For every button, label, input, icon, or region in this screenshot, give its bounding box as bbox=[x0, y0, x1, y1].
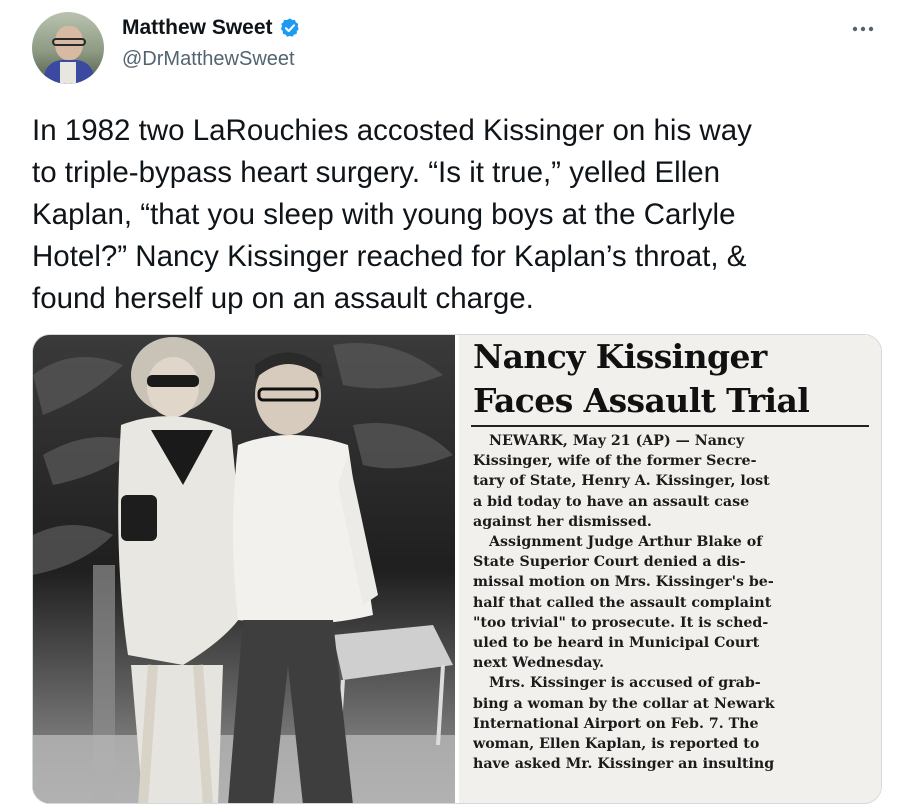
tweet-media[interactable]: Nancy Kissinger Faces Assault Trial NEWA… bbox=[32, 334, 882, 804]
avatar-glasses bbox=[52, 38, 86, 46]
kissinger-photo[interactable] bbox=[33, 335, 455, 803]
clipping-line: "too trivial" to prosecute. It is sched- bbox=[473, 614, 769, 631]
avatar[interactable] bbox=[32, 12, 104, 84]
avatar-collar bbox=[60, 62, 76, 84]
clipping-rule bbox=[471, 425, 869, 427]
author-handle[interactable]: @DrMatthewSweet bbox=[122, 48, 295, 71]
author-display-name[interactable]: Matthew Sweet bbox=[122, 16, 273, 40]
clipping-line: half that called the assault complaint bbox=[473, 594, 772, 611]
clipping-line: next Wednesday. bbox=[473, 655, 605, 672]
clipping-line: NEWARK, May 21 (AP) — Nancy bbox=[489, 433, 745, 449]
author-name-row[interactable]: Matthew Sweet bbox=[122, 16, 301, 40]
clipping-line: a bid today to have an assault case bbox=[473, 493, 750, 510]
clipping-line: International Airport on Feb. 7. The bbox=[473, 715, 759, 732]
tweet: Matthew Sweet @DrMatthewSweet In 1982 tw… bbox=[0, 0, 901, 804]
clipping-line: uled to be heard in Municipal Court bbox=[473, 635, 760, 652]
clipping-line: Mrs. Kissinger is accused of grab- bbox=[489, 675, 761, 692]
clipping-line: woman, Ellen Kaplan, is reported to bbox=[473, 736, 760, 753]
clipping-line: bing a woman by the collar at Newark bbox=[473, 695, 775, 712]
tweet-text: In 1982 two LaRouchies accosted Kissinge… bbox=[32, 114, 752, 315]
more-horizontal-icon[interactable] bbox=[848, 14, 878, 44]
clipping-headline-line2: Faces Assault Trial bbox=[473, 381, 810, 420]
newspaper-clipping[interactable]: Nancy Kissinger Faces Assault Trial NEWA… bbox=[459, 335, 881, 803]
clipping-line: Kissinger, wife of the former Secre- bbox=[473, 453, 757, 470]
clipping-line: Assignment Judge Arthur Blake of bbox=[489, 534, 763, 551]
verified-badge-icon bbox=[279, 17, 301, 39]
clipping-line: State Superior Court denied a dis- bbox=[473, 554, 746, 571]
clipping-line: have asked Mr. Kissinger an insulting bbox=[473, 756, 775, 773]
clipping-body: NEWARK, May 21 (AP) — Nancy Kissinger, w… bbox=[473, 431, 865, 774]
clipping-line: tary of State, Henry A. Kissinger, lost bbox=[473, 473, 770, 490]
clipping-line: against her dismissed. bbox=[473, 513, 652, 530]
clipping-line: missal motion on Mrs. Kissinger's be- bbox=[473, 574, 774, 591]
clipping-headline-line1: Nancy Kissinger bbox=[473, 337, 767, 376]
